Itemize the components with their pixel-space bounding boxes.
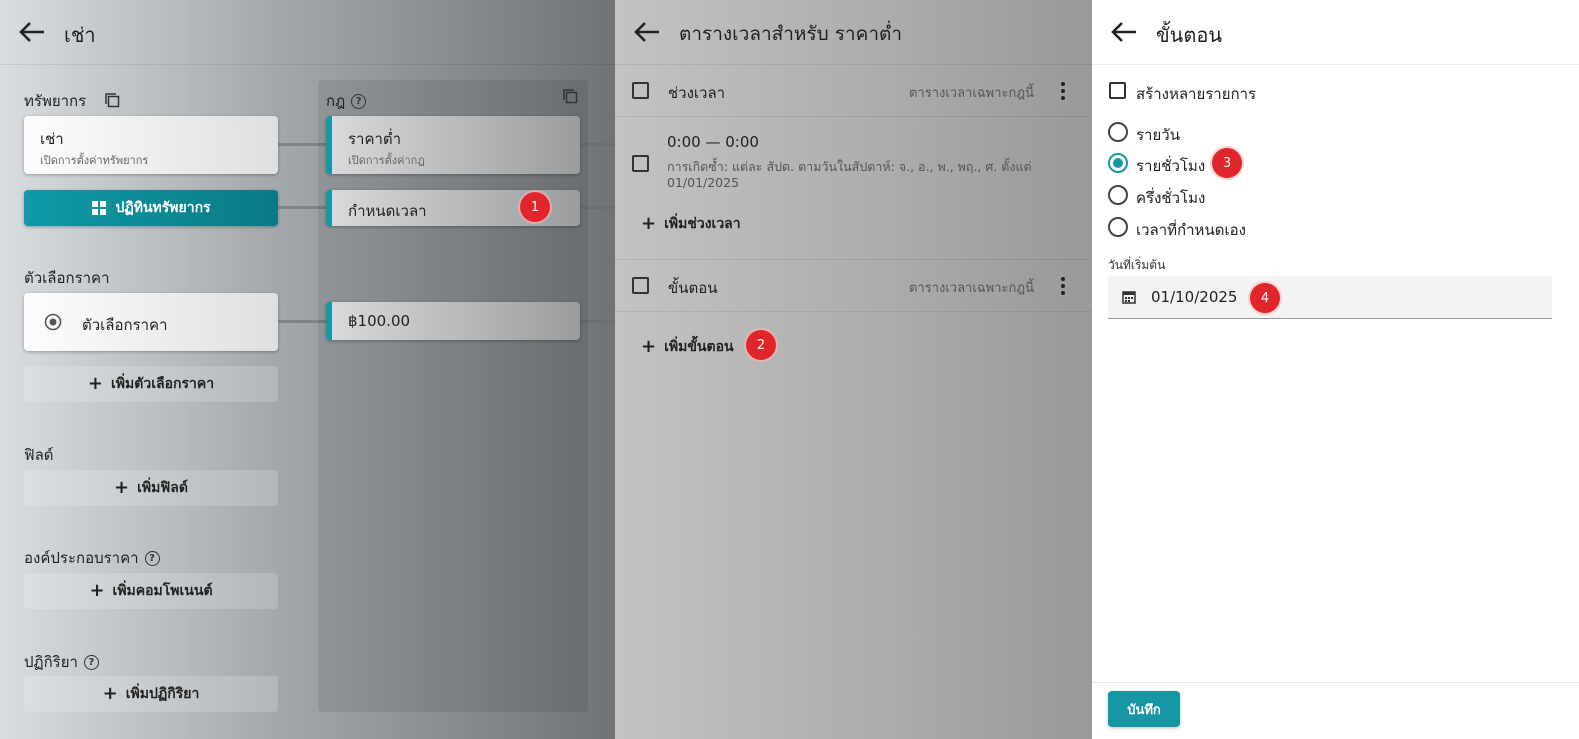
start-date-value: 01/10/2025 bbox=[1151, 288, 1238, 306]
interval-list: 0:00 — 0:00 การเกิดซ้ำ: แต่ละ สัปด. ตามว… bbox=[615, 117, 1092, 260]
calendar-icon bbox=[1122, 291, 1136, 304]
rules-label-text: กฎ bbox=[326, 92, 346, 110]
create-multiple-checkbox[interactable] bbox=[1109, 82, 1126, 99]
steps-title: ขั้นตอน bbox=[668, 279, 718, 297]
actions-label-text: ปฏิกิริยา bbox=[24, 653, 78, 671]
add-interval-button[interactable]: + เพิ่มช่วงเวลา bbox=[641, 213, 741, 235]
radio-hourly-label: รายชั่วโมง bbox=[1136, 157, 1206, 175]
create-multiple-label: สร้างหลายรายการ bbox=[1136, 85, 1257, 103]
steps-meta: ตารางเวลาเฉพาะกฎนี้ bbox=[908, 281, 1034, 296]
back-arrow-icon[interactable] bbox=[633, 20, 661, 44]
radio-daily[interactable] bbox=[1108, 122, 1128, 142]
price-components-label: องค์ประกอบราคา ? bbox=[24, 546, 160, 570]
add-action-label: เพิ่มปฏิกิริยา bbox=[125, 686, 200, 702]
start-date-field[interactable]: 01/10/2025 bbox=[1108, 276, 1552, 319]
steps-checkbox[interactable] bbox=[632, 277, 649, 294]
schedule-card-title: กำหนดเวลา bbox=[348, 202, 427, 220]
radio-custom-label: เวลาที่กำหนดเอง bbox=[1136, 221, 1246, 239]
more-vert-icon[interactable] bbox=[1060, 277, 1066, 295]
add-interval-label: เพิ่มช่วงเวลา bbox=[664, 216, 741, 232]
plus-icon: + bbox=[641, 213, 657, 234]
price-card[interactable]: ฿100.00 bbox=[326, 302, 580, 340]
fields-label: ฟิลด์ bbox=[24, 443, 54, 467]
grid-icon bbox=[92, 201, 107, 215]
start-date-label: วันที่เริ่มต้น bbox=[1108, 258, 1166, 272]
help-icon[interactable]: ? bbox=[351, 93, 367, 109]
copy-icon[interactable] bbox=[562, 88, 578, 104]
resource-calendar-label: ปฏิทินทรัพยากร bbox=[115, 200, 211, 216]
interval-desc-date: 01/01/2025 bbox=[667, 175, 740, 190]
page-title: เช่า bbox=[64, 23, 96, 47]
add-price-option-label: เพิ่มตัวเลือกราคา bbox=[111, 376, 215, 392]
radio-half-hour[interactable] bbox=[1108, 185, 1128, 205]
step-title: ขั้นตอน bbox=[1156, 23, 1223, 47]
radio-custom[interactable] bbox=[1108, 217, 1128, 237]
add-component-label: เพิ่มคอมโพเนนต์ bbox=[112, 583, 213, 599]
plus-icon: + bbox=[102, 683, 118, 704]
help-icon[interactable]: ? bbox=[83, 654, 99, 670]
actions-label: ปฏิกิริยา ? bbox=[24, 650, 99, 674]
interval-desc: การเกิดซ้ำ: แต่ละ สัปด. ตามวันในสัปดาห์:… bbox=[667, 159, 1032, 174]
rule-card-subtitle: เปิดการตั้งค่ากฎ bbox=[348, 154, 425, 167]
resource-card[interactable]: เช่า เปิดการตั้งค่าทรัพยากร bbox=[24, 116, 278, 174]
add-component-button[interactable]: + เพิ่มคอมโพเนนต์ bbox=[24, 573, 278, 609]
price-option-title: ตัวเลือกราคา bbox=[82, 316, 168, 334]
step-badge-3: 3 bbox=[1212, 148, 1242, 178]
rules-column bbox=[318, 80, 588, 712]
resource-card-subtitle: เปิดการตั้งค่าทรัพยากร bbox=[40, 154, 149, 167]
plus-icon: + bbox=[114, 477, 130, 498]
panel-header: ตารางเวลาสำหรับ ราคาต่ำ bbox=[615, 0, 1092, 65]
copy-icon[interactable] bbox=[104, 92, 120, 108]
interval-item-checkbox[interactable] bbox=[632, 155, 649, 172]
step-badge-4: 4 bbox=[1250, 283, 1280, 313]
radio-target-icon bbox=[44, 313, 62, 331]
rule-card-title: ราคาต่ำ bbox=[348, 130, 402, 148]
intervals-meta: ตารางเวลาเฉพาะกฎนี้ bbox=[908, 86, 1034, 101]
intervals-title: ช่วงเวลา bbox=[668, 84, 726, 102]
back-arrow-icon[interactable] bbox=[1110, 20, 1138, 44]
radio-hourly[interactable] bbox=[1108, 153, 1128, 173]
resource-calendar-button[interactable]: ปฏิทินทรัพยากร bbox=[24, 190, 278, 226]
radio-daily-label: รายวัน bbox=[1136, 126, 1180, 144]
rule-card[interactable]: ราคาต่ำ เปิดการตั้งค่ากฎ bbox=[326, 116, 580, 174]
intervals-row: ช่วงเวลา ตารางเวลาเฉพาะกฎนี้ bbox=[615, 65, 1092, 117]
price-components-label-text: องค์ประกอบราคา bbox=[24, 549, 139, 567]
rules-label: กฎ ? bbox=[326, 89, 367, 113]
plus-icon: + bbox=[641, 336, 657, 357]
radio-half-hour-label: ครึ่งชั่วโมง bbox=[1136, 189, 1206, 207]
price-card-value: ฿100.00 bbox=[348, 312, 411, 330]
resources-label: ทรัพยากร bbox=[24, 89, 86, 113]
price-option-card[interactable]: ตัวเลือกราคา bbox=[24, 293, 278, 351]
add-price-option-button[interactable]: + เพิ่มตัวเลือกราคา bbox=[24, 366, 278, 402]
add-field-button[interactable]: + เพิ่มฟิลด์ bbox=[24, 470, 278, 506]
panel-header: เช่า bbox=[0, 0, 615, 65]
save-button[interactable]: บันทึก bbox=[1108, 691, 1180, 727]
panel-footer bbox=[1092, 682, 1579, 683]
help-icon[interactable]: ? bbox=[144, 550, 160, 566]
schedule-title: ตารางเวลาสำหรับ ราคาต่ำ bbox=[679, 23, 902, 45]
more-vert-icon[interactable] bbox=[1060, 82, 1066, 100]
add-step-button[interactable]: + เพิ่มขั้นตอน bbox=[641, 336, 734, 358]
schedule-panel: ตารางเวลาสำหรับ ราคาต่ำ ช่วงเวลา ตารางเว… bbox=[615, 0, 1092, 739]
back-arrow-icon[interactable] bbox=[18, 20, 46, 44]
intervals-checkbox[interactable] bbox=[632, 82, 649, 99]
plus-icon: + bbox=[87, 373, 104, 394]
price-options-label: ตัวเลือกราคา bbox=[24, 266, 110, 290]
step-badge-1: 1 bbox=[520, 192, 550, 222]
resource-card-title: เช่า bbox=[40, 130, 64, 148]
add-action-button[interactable]: + เพิ่มปฏิกิริยา bbox=[24, 676, 278, 712]
add-field-label: เพิ่มฟิลด์ bbox=[137, 480, 188, 496]
panel-header: ขั้นตอน bbox=[1092, 0, 1579, 65]
add-step-label: เพิ่มขั้นตอน bbox=[664, 339, 734, 355]
interval-time: 0:00 — 0:00 bbox=[667, 133, 759, 151]
resource-panel: เช่า ทรัพยากร เช่า เปิดการตั้งค่าทรัพยาก… bbox=[0, 0, 615, 739]
plus-icon: + bbox=[89, 580, 105, 601]
resources-label-text: ทรัพยากร bbox=[24, 92, 87, 110]
steps-row: ขั้นตอน ตารางเวลาเฉพาะกฎนี้ bbox=[615, 260, 1092, 312]
step-badge-2: 2 bbox=[746, 330, 776, 360]
step-panel: ขั้นตอน สร้างหลายรายการ รายวัน รายชั่วโม… bbox=[1092, 0, 1579, 739]
fields-label-text: ฟิลด์ bbox=[24, 446, 54, 464]
price-options-label-text: ตัวเลือกราคา bbox=[24, 269, 110, 287]
